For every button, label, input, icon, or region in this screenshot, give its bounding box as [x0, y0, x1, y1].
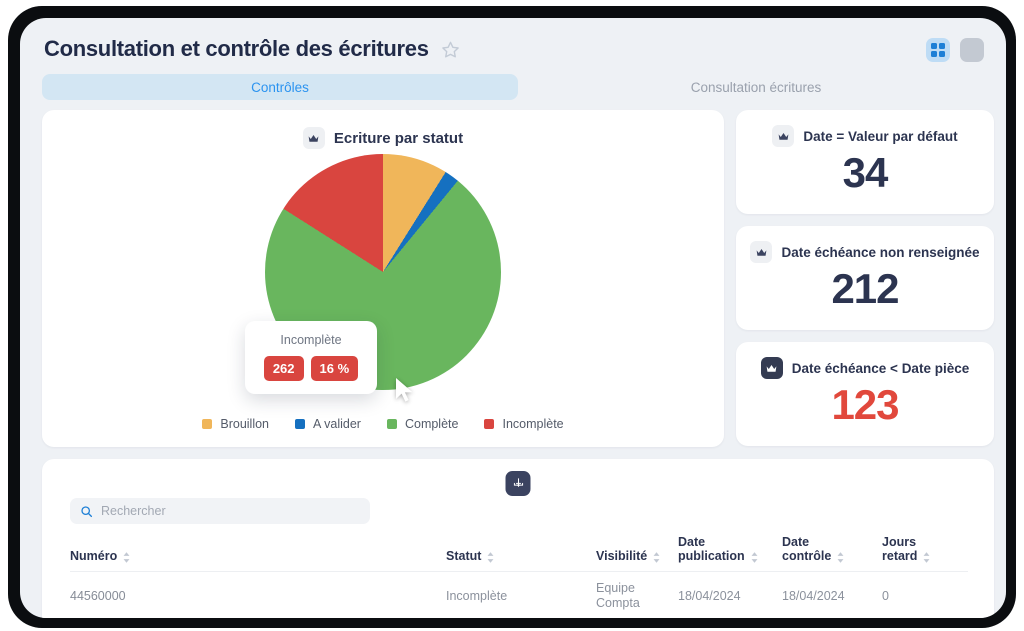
kpi-card-date-echeance-non-renseignee: Date échéance non renseignée 212	[736, 226, 994, 330]
sort-icon	[751, 552, 758, 563]
legend-swatch	[386, 419, 397, 429]
kpi-card-date-echeance-inferieure-date-piece: Date échéance < Date pièce 123	[736, 342, 994, 446]
app-screen: Consultation et contrôle des écritures C…	[20, 18, 1006, 618]
column-label-line1: Date	[782, 535, 810, 549]
column-header-date-publication[interactable]: Date publication	[678, 535, 782, 572]
column-label-line2: retard	[882, 549, 918, 564]
title-row: Consultation et contrôle des écritures	[44, 36, 460, 62]
column-header-visibilite[interactable]: Visibilité	[596, 535, 678, 572]
legend-label: Complète	[404, 417, 459, 431]
legend-label: Brouillon	[220, 417, 270, 431]
top-row: Ecriture par statut Incomplète 262 16 %	[42, 110, 994, 447]
tooltip-badges: 262 16 %	[245, 356, 377, 381]
column-header-date-controle[interactable]: Date contrôle	[782, 535, 882, 572]
legend-label: Incomplète	[502, 417, 564, 431]
legend-item[interactable]: Complète	[386, 417, 459, 431]
crown-icon	[302, 127, 325, 149]
hierarchy-icon[interactable]	[505, 471, 531, 496]
legend-item[interactable]: Incomplète	[484, 417, 564, 431]
kpi-card-date-valeur-defaut: Date = Valeur par défaut 34	[736, 110, 994, 214]
tab-controles[interactable]: Contrôles	[42, 74, 518, 100]
table-body: 44560000 Incomplète Equipe Compta 18/04/…	[70, 571, 968, 618]
kpi-header: Date échéance < Date pièce	[736, 342, 994, 379]
cell-visibilite: Equipe Compta	[596, 571, 678, 618]
tooltip-percent-badge: 16 %	[310, 356, 359, 381]
legend-item[interactable]: Brouillon	[202, 417, 269, 431]
tab-bar: Contrôles Consultation écritures	[42, 74, 994, 100]
kpi-value: 123	[831, 381, 899, 428]
legend-label: A valider	[313, 417, 361, 431]
square-view-icon[interactable]	[960, 38, 984, 62]
kpi-header: Date échéance non renseignée	[736, 226, 994, 263]
cell-numero: 44560000	[70, 571, 446, 618]
search-icon	[81, 505, 93, 517]
legend-swatch	[484, 419, 495, 429]
page-header: Consultation et contrôle des écritures	[20, 18, 1006, 76]
tooltip-label: Incomplète	[280, 333, 342, 347]
sort-icon	[653, 552, 660, 563]
kpi-header: Date = Valeur par défaut	[736, 110, 994, 147]
cell-date-controle: 18/04/2024	[782, 571, 882, 618]
sort-icon	[923, 552, 930, 563]
kpi-title: Date échéance non renseignée	[781, 244, 980, 260]
kpi-title: Date échéance < Date pièce	[791, 360, 970, 376]
legend-swatch	[295, 419, 306, 429]
table-header: Numéro Statut Visibilité Date publicatio…	[70, 535, 968, 572]
ecritures-table: Numéro Statut Visibilité Date publicatio…	[70, 535, 968, 618]
kpi-value: 34	[842, 149, 889, 196]
column-label-line2: contrôle	[782, 549, 832, 564]
table-card: Rechercher Numéro Statut Visibilité Date…	[42, 459, 994, 618]
page-title: Consultation et contrôle des écritures	[44, 36, 429, 61]
column-label: Statut	[446, 549, 482, 564]
search-placeholder: Rechercher	[101, 504, 166, 518]
table-row[interactable]: 44560000 Incomplète Equipe Compta 18/04/…	[70, 571, 968, 618]
cell-statut: Incomplète	[446, 571, 596, 618]
chart-tooltip: Incomplète 262 16 %	[245, 321, 377, 394]
legend-swatch	[202, 419, 213, 429]
search-input[interactable]: Rechercher	[70, 498, 370, 524]
view-toggle-group	[926, 38, 984, 62]
tooltip-count-badge: 262	[263, 356, 304, 381]
content-area: Ecriture par statut Incomplète 262 16 %	[42, 110, 994, 618]
crown-icon	[750, 241, 773, 263]
cell-date-publication: 18/04/2024	[678, 571, 782, 618]
column-label: Visibilité	[596, 549, 648, 564]
cell-visibilite-line2: Compta	[596, 596, 640, 611]
legend-item[interactable]: A valider	[295, 417, 361, 431]
sort-icon	[487, 552, 494, 563]
sort-icon	[837, 552, 844, 563]
table-header-row: Numéro Statut Visibilité Date publicatio…	[70, 535, 968, 572]
column-header-numero[interactable]: Numéro	[70, 535, 446, 572]
column-label: Numéro	[70, 549, 118, 564]
column-header-jours-retard[interactable]: Jours retard	[882, 535, 968, 572]
chart-card: Ecriture par statut Incomplète 262 16 %	[42, 110, 724, 447]
cell-visibilite-line1: Equipe	[596, 580, 635, 595]
column-label-line1: Jours	[882, 535, 917, 549]
chart-legend: Brouillon A valider Complète Incomplète	[42, 417, 724, 431]
column-label-line2: publication	[678, 549, 745, 564]
chart-card-header: Ecriture par statut	[42, 110, 724, 149]
star-icon[interactable]	[441, 40, 460, 59]
pie-chart-wrap: Incomplète 262 16 %	[42, 154, 724, 404]
chart-title: Ecriture par statut	[333, 129, 464, 147]
cell-jours-retard: 0	[882, 571, 968, 618]
crown-icon	[760, 357, 783, 379]
crown-icon	[772, 125, 795, 147]
sort-icon	[123, 552, 130, 563]
kpi-value: 212	[831, 265, 899, 312]
column-header-statut[interactable]: Statut	[446, 535, 596, 572]
kpi-column: Date = Valeur par défaut 34 Date échéanc…	[736, 110, 994, 446]
grid-view-icon[interactable]	[926, 38, 950, 62]
kpi-title: Date = Valeur par défaut	[803, 128, 958, 144]
column-label-line1: Date	[678, 535, 706, 549]
device-bezel: Consultation et contrôle des écritures C…	[8, 6, 1016, 628]
tab-consultation-ecritures[interactable]: Consultation écritures	[518, 74, 994, 100]
